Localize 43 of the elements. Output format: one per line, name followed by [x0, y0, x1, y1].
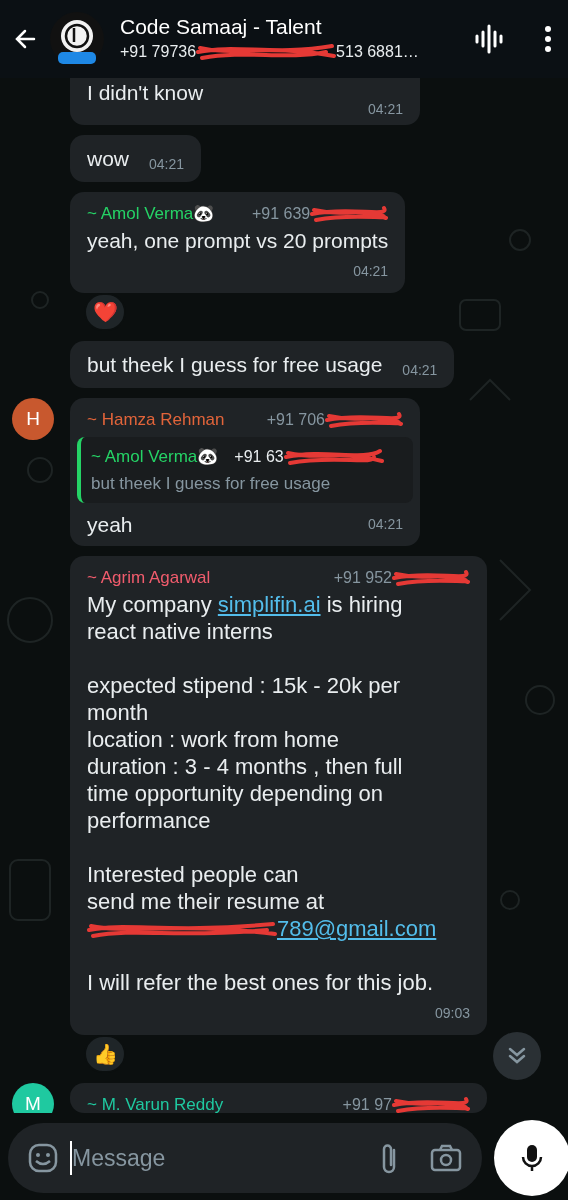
menu-icon[interactable]: [544, 25, 552, 53]
message-text: yeah, one prompt vs 20 prompts: [87, 228, 389, 254]
message-field[interactable]: Message: [8, 1123, 482, 1193]
quoted-sender-name: ~ Amol Verma🐼: [91, 446, 219, 468]
message-link[interactable]: 789@gmail.com: [277, 916, 437, 941]
message-text: wow: [87, 146, 129, 172]
sender-phone: +91 639: [251, 204, 311, 224]
message-text: I didn't know: [87, 80, 205, 106]
chat-title[interactable]: Code Samaaj - Talent: [120, 14, 466, 40]
quoted-text: but theek I guess for free usage: [91, 473, 332, 495]
reaction-emoji[interactable]: 👍: [84, 1035, 126, 1073]
message-text: My company simplifin.ai is hiring react native interns expected stipend : 15k - 20k per month location : work from home duration : 3 - 4 months , then full time opportunity depending on performance Interested people can send me their resume at 789@gmail.com I will refer the best ones for this job.: [87, 591, 438, 996]
microphone-icon: [520, 1143, 544, 1173]
reaction-emoji[interactable]: ❤: [84, 293, 126, 331]
message-time: 04:21: [149, 155, 185, 174]
sender-phone: +91 97: [342, 1095, 392, 1113]
sender-name[interactable]: ~ Hamza Rehman: [87, 407, 225, 432]
message-time: 09:03: [434, 1004, 470, 1023]
attach-icon[interactable]: [380, 1142, 398, 1174]
scroll-down-button[interactable]: [493, 1032, 541, 1080]
sender-name[interactable]: ~ M. Varun Reddy: [87, 1092, 224, 1113]
camera-icon[interactable]: [430, 1143, 462, 1173]
message-link[interactable]: simplifin.ai: [217, 592, 321, 617]
double-chevron-down-icon: [507, 1046, 527, 1066]
sender-phone: +91 952: [333, 568, 392, 588]
message-time: 04:21: [353, 262, 389, 281]
group-avatar-logo[interactable]: [50, 12, 104, 66]
sender-avatar[interactable]: H: [12, 398, 54, 440]
quoted-message[interactable]: ~ Amol Verma🐼 +91 63 but theek I guess for free usage: [77, 437, 413, 503]
message-input[interactable]: Message: [70, 1140, 368, 1176]
message-time: 04:21: [367, 100, 403, 119]
sender-name[interactable]: ~ Amol Verma🐼: [87, 201, 215, 226]
quoted-sender-phone: +91 63: [234, 447, 284, 467]
group-members: +91 79736: [120, 42, 197, 62]
message-text: but theek I guess for free usage: [87, 352, 383, 378]
message-text: yeah: [87, 512, 133, 538]
voice-chat-icon[interactable]: [474, 24, 504, 54]
message-time: 04:21: [367, 515, 403, 534]
sticker-icon[interactable]: [28, 1143, 58, 1173]
group-members: 513 6881…: [336, 42, 419, 62]
sender-name[interactable]: ~ Agrim Agarwal: [87, 565, 211, 590]
message-time: 04:21: [402, 361, 438, 380]
sender-phone: +91 706: [266, 410, 325, 430]
